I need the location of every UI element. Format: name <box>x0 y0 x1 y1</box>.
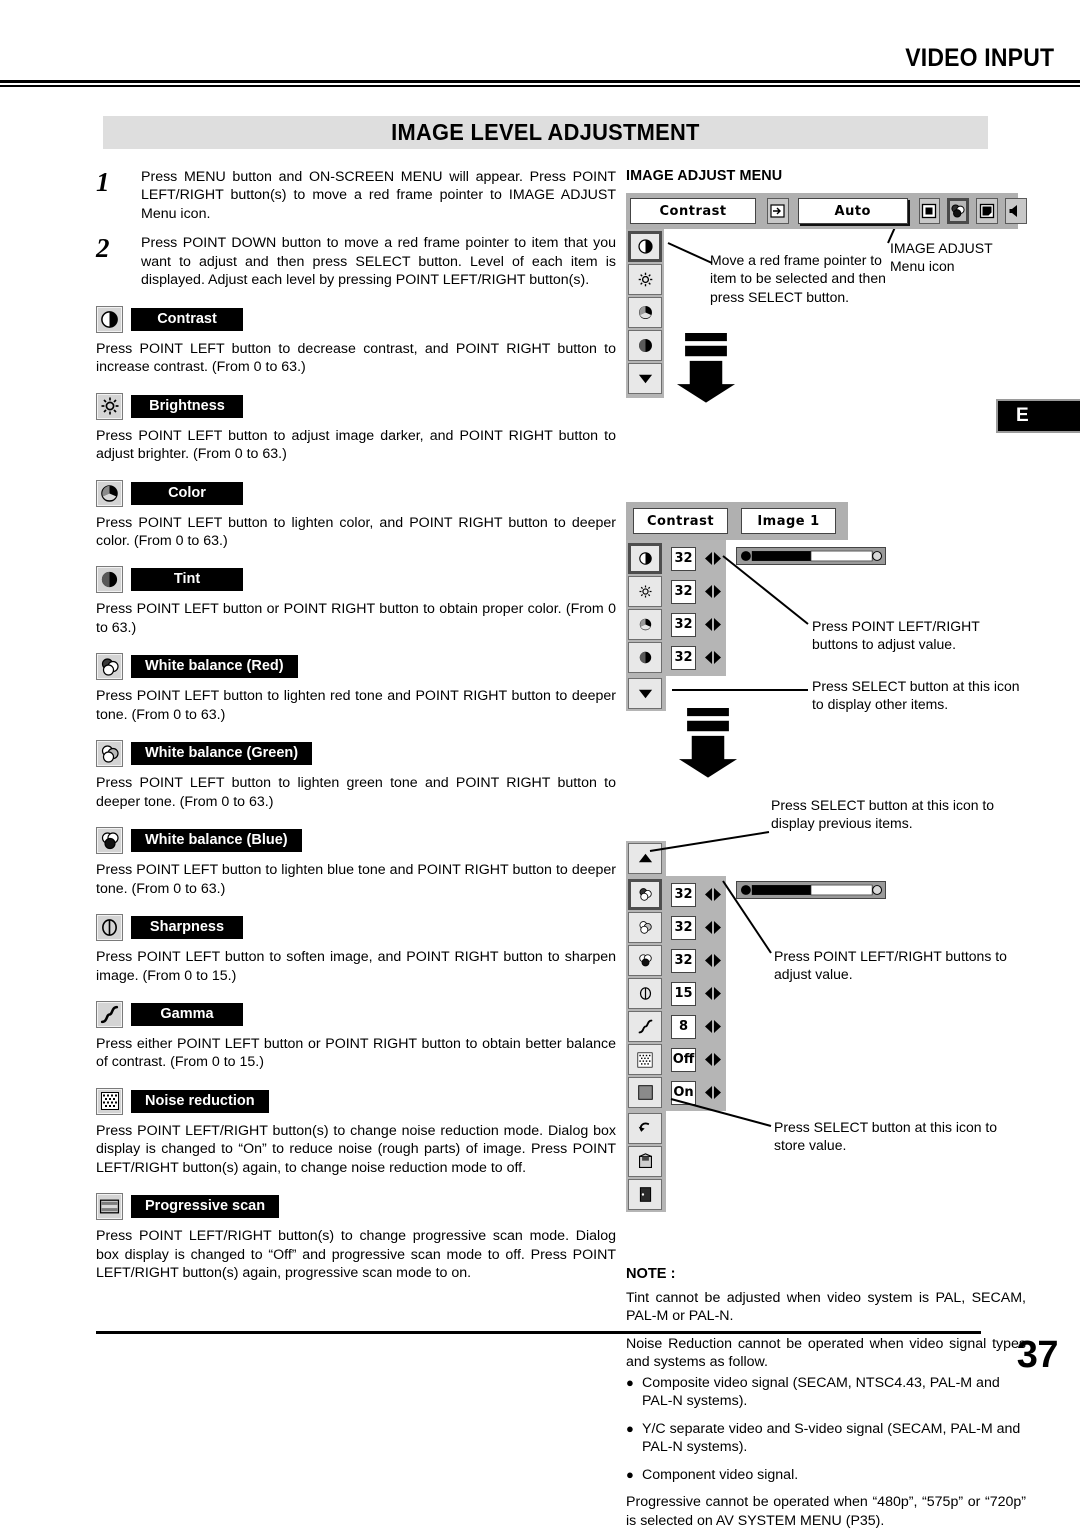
note-paragraph-3: Progressive cannot be operated when “480… <box>626 1494 1026 1529</box>
callout-leader-lines <box>672 555 809 691</box>
flow-arrow-down-icon <box>678 708 738 778</box>
step-1: 1 Press MENU button and ON-SCREEN MENU w… <box>96 168 616 223</box>
item-label: Noise reduction <box>131 1089 269 1113</box>
note-bullet-text: Y/C separate video and S-video signal (S… <box>642 1420 1021 1456</box>
item-description: Press POINT LEFT/RIGHT button(s) to chan… <box>96 1122 616 1176</box>
item-white-balance-blue: White balance (Blue) Press POINT LEFT bu… <box>96 827 616 898</box>
item-label: Gamma <box>131 1002 243 1026</box>
item-gamma: Gamma Press either POINT LEFT button or … <box>96 1000 616 1072</box>
color-icon <box>96 479 123 507</box>
menubar-selected-item: Contrast <box>630 198 757 224</box>
page1-header-bar: Contrast Image 1 <box>626 502 848 540</box>
item-description: Press POINT LEFT button to lighten blue … <box>96 862 616 897</box>
header-rule <box>0 80 1080 87</box>
bullet-dot-icon: ● <box>626 1420 634 1436</box>
step-number: 2 <box>96 233 110 264</box>
step-2: 2 Press POINT DOWN button to move a red … <box>96 234 616 289</box>
white-balance-green-icon <box>96 740 123 768</box>
section-title: IMAGE LEVEL ADJUSTMENT <box>391 119 700 145</box>
item-color: Color Press POINT LEFT button to lighten… <box>96 479 616 551</box>
note-title: NOTE : <box>626 1266 676 1282</box>
image-adjust-page2-screenshot: 32 32 32 15 8 Off On Press SELECT button… <box>626 797 1026 1212</box>
step-number: 1 <box>96 167 110 197</box>
item-description: Press POINT LEFT button to lighten color… <box>96 514 616 549</box>
progressive-scan-icon <box>96 1193 123 1221</box>
sharpness-icon <box>96 914 123 942</box>
menu-bar: Contrast Auto <box>626 193 1027 229</box>
item-description: Press POINT LEFT button to soften image,… <box>96 949 616 984</box>
quit-icon[interactable] <box>628 1179 662 1210</box>
list-item: ● Y/C separate video and S-video signal … <box>626 1420 1026 1457</box>
item-label: Brightness <box>131 394 243 418</box>
page-number: 37 <box>1016 1334 1059 1376</box>
note-paragraph-1: Tint cannot be adjusted when video syste… <box>626 1290 1026 1325</box>
list-item: ● Component video signal. <box>626 1466 1026 1484</box>
image-adjust-page1-screenshot: Contrast Image 1 32 32 32 32 Press POINT… <box>626 502 1026 778</box>
noise-reduction-icon <box>96 1087 123 1115</box>
step-text: Press MENU button and ON-SCREEN MENU wil… <box>141 169 616 222</box>
image-adjust-menu-title: IMAGE ADJUST MENU <box>626 168 783 184</box>
callout-leader-lines <box>649 831 772 1127</box>
input-source-icon[interactable] <box>767 198 789 224</box>
item-white-balance-red: White balance (Red) Press POINT LEFT but… <box>96 653 616 724</box>
step-text: Press POINT DOWN button to move a red fr… <box>141 235 616 289</box>
note-bullet-text: Composite video signal (SECAM, NTSC4.43,… <box>642 1374 1000 1410</box>
image-select-menu-icon[interactable] <box>976 198 999 224</box>
item-label: Sharpness <box>131 916 243 940</box>
item-progressive-scan: Progressive scan Press POINT LEFT/RIGHT … <box>96 1193 616 1282</box>
item-sharpness: Sharpness Press POINT LEFT button to sof… <box>96 914 616 985</box>
item-description: Press POINT LEFT button to decrease cont… <box>96 340 616 376</box>
item-white-balance-green: White balance (Green) Press POINT LEFT b… <box>96 740 616 811</box>
sound-menu-icon[interactable] <box>1005 198 1027 224</box>
section-title-banner: IMAGE LEVEL ADJUSTMENT <box>103 116 988 149</box>
item-description: Press POINT LEFT button to lighten red t… <box>96 688 616 723</box>
item-label: Progressive scan <box>131 1195 280 1219</box>
item-tint: Tint Press POINT LEFT button or POINT RI… <box>96 566 616 637</box>
white-balance-blue-icon <box>96 827 123 855</box>
item-label: Contrast <box>131 307 243 331</box>
contrast-icon <box>96 305 123 333</box>
item-description: Press POINT LEFT button or POINT RIGHT b… <box>96 601 616 636</box>
item-label: White balance (Blue) <box>131 829 302 853</box>
item-description: Press either POINT LEFT button or POINT … <box>96 1035 616 1071</box>
page1-header-left: Contrast <box>633 508 728 534</box>
image-adjust-menu-screenshot: Contrast Auto Move a red frame pointer t… <box>626 193 1027 403</box>
item-label: White balance (Green) <box>131 742 313 766</box>
item-description: Press POINT LEFT/RIGHT button(s) to chan… <box>96 1228 616 1282</box>
page1-header-right[interactable]: Image 1 <box>741 508 836 534</box>
left-column: 1 Press MENU button and ON-SCREEN MENU w… <box>96 168 616 1283</box>
item-description: Press POINT LEFT button to adjust image … <box>96 427 616 463</box>
item-noise-reduction: Noise reduction Press POINT LEFT/RIGHT b… <box>96 1087 616 1177</box>
screen-menu-icon[interactable] <box>918 198 941 224</box>
item-contrast: Contrast Press POINT LEFT button to decr… <box>96 305 616 377</box>
brightness-icon <box>96 392 123 420</box>
note-block: NOTE : Tint cannot be adjusted when vide… <box>626 1266 1026 1530</box>
list-item: ● Composite video signal (SECAM, NTSC4.4… <box>626 1374 1026 1411</box>
flow-arrow-down-icon <box>676 333 736 403</box>
white-balance-red-icon <box>96 653 123 681</box>
menubar-level-value[interactable]: Auto <box>797 198 908 224</box>
item-label: Color <box>131 481 243 505</box>
item-description: Press POINT LEFT button to lighten green… <box>96 775 616 810</box>
page-header: VIDEO INPUT <box>0 46 1080 87</box>
item-brightness: Brightness Press POINT LEFT button to ad… <box>96 392 616 464</box>
gamma-icon <box>96 1000 123 1028</box>
item-label: White balance (Red) <box>131 655 298 679</box>
tint-icon <box>96 566 123 594</box>
bullet-dot-icon: ● <box>626 1374 634 1390</box>
note-paragraph-2: Noise Reduction cannot be operated when … <box>626 1335 1026 1371</box>
note-bullet-text: Component video signal. <box>642 1466 799 1483</box>
bullet-dot-icon: ● <box>626 1466 634 1482</box>
image-adjust-menu-icon[interactable] <box>947 198 970 224</box>
header-title: VIDEO INPUT <box>905 44 1055 72</box>
item-label: Tint <box>131 568 243 592</box>
footer-rule <box>96 1331 981 1334</box>
